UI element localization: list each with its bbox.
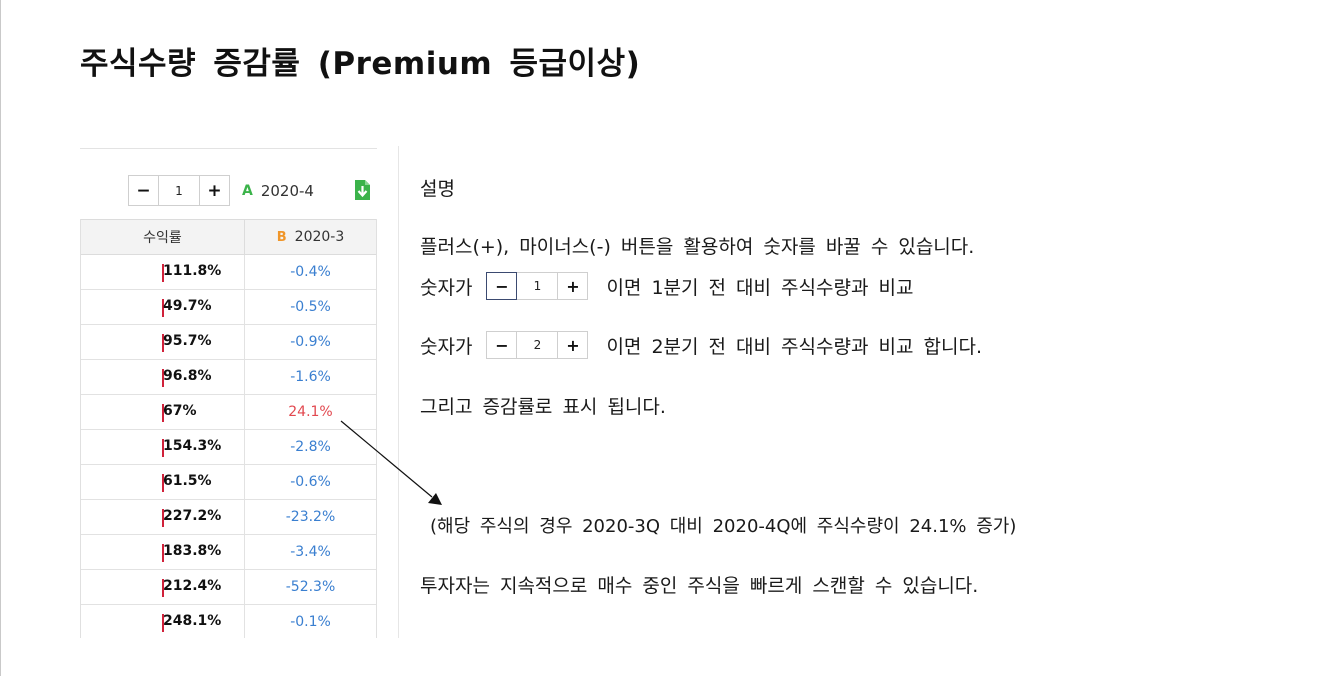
table-row[interactable]: 49.7% -0.5% [81, 290, 376, 325]
description-line-display: 그리고 증감률로 표시 됩니다. [420, 396, 666, 418]
table-row[interactable]: 67% 24.1% [81, 395, 376, 430]
period-offset-value[interactable]: 1 [159, 175, 199, 206]
table-row[interactable]: 111.8% -0.4% [81, 255, 376, 290]
table-body: 111.8% -0.4% 49.7% -0.5% 95.7% -0.9% 96.8% -1.6… [81, 255, 376, 638]
table-row[interactable]: 154.3% -2.8% [81, 430, 376, 465]
example-1-suffix: 이면 1분기 전 대비 주식수량과 비교 [606, 276, 914, 299]
yield-cell: 227.2% [81, 500, 245, 534]
yield-cell: 67% [81, 395, 245, 429]
yield-cell: 248.1% [81, 605, 245, 638]
period-stepper: − 1 + [128, 175, 230, 206]
example-1-increment-button[interactable]: + [557, 272, 589, 300]
example-2-increment-button[interactable]: + [557, 331, 589, 359]
example-2-decrement-button[interactable]: − [486, 331, 518, 359]
yield-value: 212.4% [163, 578, 222, 594]
table-row[interactable]: 95.7% -0.9% [81, 325, 376, 360]
yield-value: 61.5% [163, 473, 212, 489]
yield-cell: 183.8% [81, 535, 245, 569]
download-icon[interactable] [354, 179, 371, 201]
panel-top-divider [80, 148, 377, 149]
header-period-b[interactable]: B 2020-3 [245, 220, 376, 254]
yield-value: 95.7% [163, 333, 212, 349]
change-value: -23.2% [285, 509, 336, 525]
description-example-note: (해당 주식의 경우 2020-3Q 대비 2020-4Q에 주식수량이 24.… [430, 516, 1017, 537]
example-row-1: 숫자가 − 1 + 이면 1분기 전 대비 주식수량과 비교 [420, 270, 913, 302]
yield-cell: 96.8% [81, 360, 245, 394]
yield-value: 49.7% [163, 298, 212, 314]
decrement-button[interactable]: − [128, 175, 159, 206]
table-row[interactable]: 212.4% -52.3% [81, 570, 376, 605]
description-line-buttons: 플러스(+), 마이너스(-) 버튼을 활용하여 숫자를 바꿀 수 있습니다. [420, 236, 975, 258]
example-2-value[interactable]: 2 [517, 331, 558, 359]
table-row[interactable]: 227.2% -23.2% [81, 500, 376, 535]
yield-cell: 49.7% [81, 290, 245, 324]
change-value: -3.4% [290, 544, 331, 560]
period-controls: − 1 + A 2020-4 [128, 175, 314, 206]
table-header: 수익률 B 2020-3 [81, 219, 376, 255]
table-row[interactable]: 183.8% -3.4% [81, 535, 376, 570]
period-a-label: 2020-4 [260, 181, 314, 200]
period-b-label: 2020-3 [294, 229, 345, 245]
table-row[interactable]: 248.1% -0.1% [81, 605, 376, 638]
change-value: -0.1% [290, 614, 331, 630]
table-row[interactable]: 96.8% -1.6% [81, 360, 376, 395]
yield-cell: 212.4% [81, 570, 245, 604]
header-yield[interactable]: 수익률 [81, 220, 245, 254]
increment-button[interactable]: + [199, 175, 230, 206]
page-title: 주식수량 증감률 (Premium 등급이상) [80, 46, 641, 82]
change-value: -0.6% [290, 474, 331, 490]
change-value: -2.8% [290, 439, 331, 455]
example-stepper-2: − 2 + [486, 331, 589, 359]
window-left-border [0, 0, 1, 676]
yield-table: 수익률 B 2020-3 111.8% -0.4% 49.7% -0.5% 95.7% -… [80, 219, 377, 638]
description-line-investor: 투자자는 지속적으로 매수 중인 주식을 빠르게 스캔할 수 있습니다. [420, 575, 979, 597]
period-a-tag: A [242, 182, 253, 199]
yield-value: 248.1% [163, 613, 222, 629]
table-row[interactable]: 61.5% -0.6% [81, 465, 376, 500]
yield-cell: 61.5% [81, 465, 245, 499]
example-2-prefix: 숫자가 [420, 335, 473, 358]
change-value: -52.3% [285, 579, 336, 595]
yield-value: 67% [163, 403, 197, 419]
description-title: 설명 [420, 178, 455, 200]
example-1-prefix: 숫자가 [420, 276, 473, 299]
change-value: -0.4% [290, 264, 331, 280]
yield-value: 154.3% [163, 438, 222, 454]
period-b-tag: B [276, 229, 287, 245]
yield-cell: 95.7% [81, 325, 245, 359]
yield-cell: 111.8% [81, 255, 245, 289]
change-value: -0.5% [290, 299, 331, 315]
panel-vertical-divider [398, 146, 399, 638]
yield-value: 111.8% [163, 263, 222, 279]
yield-cell: 154.3% [81, 430, 245, 464]
example-1-value[interactable]: 1 [517, 272, 558, 300]
example-2-suffix: 이면 2분기 전 대비 주식수량과 비교 합니다. [606, 335, 982, 358]
yield-value: 227.2% [163, 508, 222, 524]
change-value: -0.9% [290, 334, 331, 350]
yield-value: 96.8% [163, 368, 212, 384]
change-value: 24.1% [288, 404, 333, 420]
example-stepper-1: − 1 + [486, 272, 589, 300]
example-row-2: 숫자가 − 2 + 이면 2분기 전 대비 주식수량과 비교 합니다. [420, 329, 982, 361]
yield-value: 183.8% [163, 543, 222, 559]
change-value: -1.6% [290, 369, 331, 385]
example-1-decrement-button[interactable]: − [486, 272, 518, 300]
